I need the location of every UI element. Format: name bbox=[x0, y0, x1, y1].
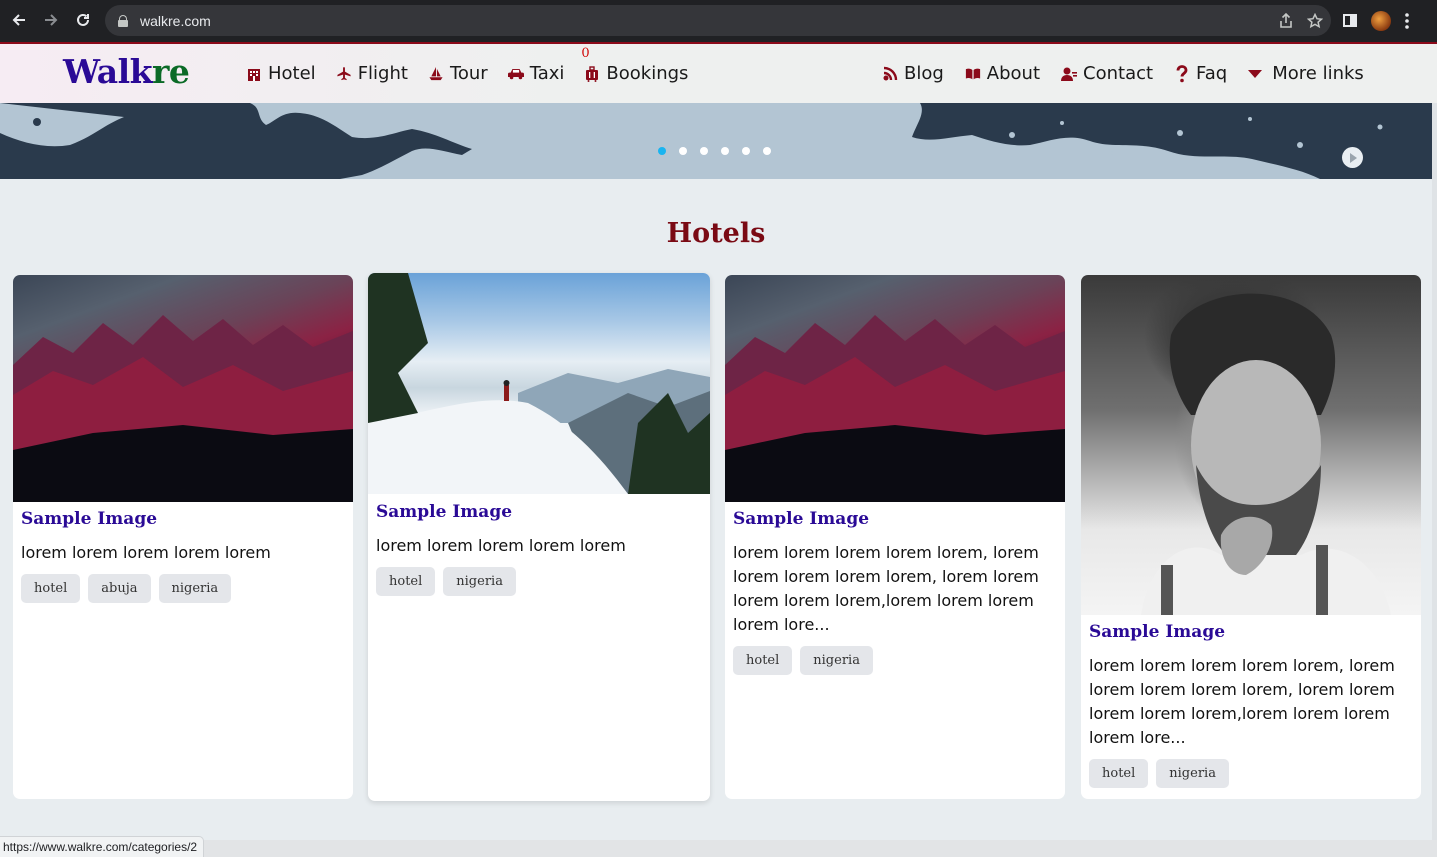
browser-toolbar: walkre.com bbox=[0, 0, 1437, 42]
section-title: Hotels bbox=[666, 218, 766, 249]
nav-tour[interactable]: Tour bbox=[428, 63, 488, 84]
reload-icon bbox=[77, 13, 89, 26]
world-map-graphic bbox=[0, 103, 1432, 179]
arrow-left-icon bbox=[12, 14, 25, 26]
hero-carousel bbox=[0, 103, 1432, 179]
carousel-dot-4[interactable] bbox=[721, 147, 729, 155]
card-image[interactable] bbox=[1081, 275, 1421, 615]
logo-walk-text: Walk bbox=[63, 52, 152, 91]
luggage-icon bbox=[586, 65, 599, 82]
bearded-man-photo bbox=[1141, 293, 1391, 615]
carousel-dot-5[interactable] bbox=[742, 147, 750, 155]
nav-faq[interactable]: Faq bbox=[1174, 63, 1227, 84]
nav-blog[interactable]: Blog bbox=[882, 63, 944, 84]
carousel-dot-2[interactable] bbox=[679, 147, 687, 155]
nav-bookings[interactable]: 0 Bookings bbox=[581, 46, 689, 84]
card-image[interactable] bbox=[368, 273, 710, 494]
share-icon[interactable] bbox=[1279, 13, 1293, 28]
site-logo[interactable]: Walkre bbox=[63, 52, 190, 91]
sailboat-icon bbox=[429, 66, 443, 81]
tag-nigeria[interactable]: nigeria bbox=[443, 567, 516, 596]
arrow-right-icon bbox=[45, 14, 58, 26]
carousel-dot-1[interactable] bbox=[658, 147, 666, 155]
tag-hotel[interactable]: hotel bbox=[21, 574, 81, 603]
hotel-card-4[interactable]: Sample Image lorem lorem lorem lorem lor… bbox=[1081, 275, 1421, 799]
carousel-indicators bbox=[658, 147, 771, 155]
nav-tour-label: Tour bbox=[449, 63, 488, 84]
mountain-photo bbox=[13, 315, 353, 502]
carousel-dot-3[interactable] bbox=[700, 147, 708, 155]
bookmark-star-icon[interactable] bbox=[1307, 12, 1323, 29]
carousel-play-button[interactable] bbox=[1342, 147, 1363, 168]
secondary-nav: Blog About Contact Faq More links bbox=[882, 44, 1364, 103]
nav-bookings-label: Bookings bbox=[606, 63, 689, 84]
url-text: walkre.com bbox=[140, 12, 211, 29]
card-tags: hotel nigeria bbox=[376, 567, 516, 596]
card-tags: hotel nigeria bbox=[733, 646, 873, 675]
nav-about[interactable]: About bbox=[965, 63, 1040, 84]
plane-icon bbox=[337, 66, 351, 81]
card-title[interactable]: Sample Image bbox=[733, 509, 869, 529]
card-tags: hotel abuja nigeria bbox=[21, 574, 232, 603]
card-description: lorem lorem lorem lorem lorem, lorem lor… bbox=[733, 543, 1039, 634]
page-bottom-strip bbox=[0, 840, 1437, 857]
tag-nigeria[interactable]: nigeria bbox=[1156, 759, 1229, 788]
caret-down-icon bbox=[1248, 69, 1263, 78]
hotel-icon bbox=[248, 68, 260, 81]
hotel-card-2[interactable]: Sample Image lorem lorem lorem lorem lor… bbox=[368, 273, 710, 801]
lock-icon[interactable] bbox=[118, 14, 128, 27]
nav-about-label: About bbox=[986, 63, 1041, 84]
logo-re-text: re bbox=[151, 52, 190, 91]
blog-icon bbox=[883, 66, 898, 80]
card-title[interactable]: Sample Image bbox=[1089, 622, 1225, 642]
card-title[interactable]: Sample Image bbox=[21, 509, 157, 529]
hotel-card-1[interactable]: Sample Image lorem lorem lorem lorem lor… bbox=[13, 275, 353, 799]
link-status-tooltip: https://www.walkre.com/categories/2 bbox=[0, 836, 205, 857]
tag-abuja[interactable]: abuja bbox=[88, 574, 151, 603]
tag-hotel[interactable]: hotel bbox=[733, 646, 793, 675]
card-description: lorem lorem lorem lorem lorem, lorem lor… bbox=[1089, 656, 1395, 747]
side-panel-icon[interactable] bbox=[1343, 14, 1357, 27]
nav-flight-label: Flight bbox=[357, 63, 408, 84]
page-edge bbox=[1432, 103, 1437, 840]
contact-icon bbox=[1061, 67, 1078, 81]
carousel-dot-6[interactable] bbox=[763, 147, 771, 155]
nav-contact-label: Contact bbox=[1083, 63, 1154, 84]
nav-contact[interactable]: Contact bbox=[1061, 63, 1153, 84]
card-image[interactable] bbox=[725, 275, 1065, 502]
reload-button[interactable] bbox=[67, 4, 99, 36]
card-tags: hotel nigeria bbox=[1089, 759, 1229, 788]
car-icon bbox=[507, 69, 524, 80]
forward-button[interactable] bbox=[35, 4, 67, 36]
card-title[interactable]: Sample Image bbox=[376, 502, 512, 522]
kebab-menu-icon[interactable] bbox=[1405, 12, 1409, 29]
question-icon bbox=[1176, 64, 1188, 82]
bookings-count-badge: 0 bbox=[581, 46, 590, 61]
profile-avatar[interactable] bbox=[1371, 10, 1391, 31]
snow-hiker-photo bbox=[368, 273, 710, 494]
book-icon bbox=[965, 68, 980, 79]
nav-taxi[interactable]: Taxi bbox=[507, 63, 565, 84]
tag-hotel[interactable]: hotel bbox=[1089, 759, 1149, 788]
tag-nigeria[interactable]: nigeria bbox=[158, 574, 232, 603]
nav-more-links-label: More links bbox=[1272, 63, 1364, 84]
site-header: Walkre Hotel Flight Tour Taxi 0 Bookings… bbox=[0, 42, 1437, 103]
nav-hotel-label: Hotel bbox=[268, 63, 316, 84]
nav-more-links[interactable]: More links bbox=[1248, 63, 1364, 84]
tag-hotel[interactable]: hotel bbox=[376, 567, 436, 596]
nav-faq-label: Faq bbox=[1196, 63, 1228, 84]
main-nav: Hotel Flight Tour Taxi 0 Bookings bbox=[246, 44, 688, 103]
address-bar[interactable]: walkre.com bbox=[105, 5, 1331, 36]
hotel-card-3[interactable]: Sample Image lorem lorem lorem lorem lor… bbox=[725, 275, 1065, 799]
nav-flight[interactable]: Flight bbox=[336, 63, 408, 84]
card-description: lorem lorem lorem lorem lorem bbox=[376, 536, 626, 555]
tag-nigeria[interactable]: nigeria bbox=[800, 646, 873, 675]
nav-taxi-label: Taxi bbox=[529, 63, 565, 84]
card-image[interactable] bbox=[13, 275, 353, 502]
mountain-photo bbox=[725, 315, 1065, 502]
nav-hotel[interactable]: Hotel bbox=[246, 63, 316, 84]
nav-blog-label: Blog bbox=[904, 63, 944, 84]
card-description: lorem lorem lorem lorem lorem bbox=[21, 543, 271, 562]
back-button[interactable] bbox=[3, 4, 35, 36]
